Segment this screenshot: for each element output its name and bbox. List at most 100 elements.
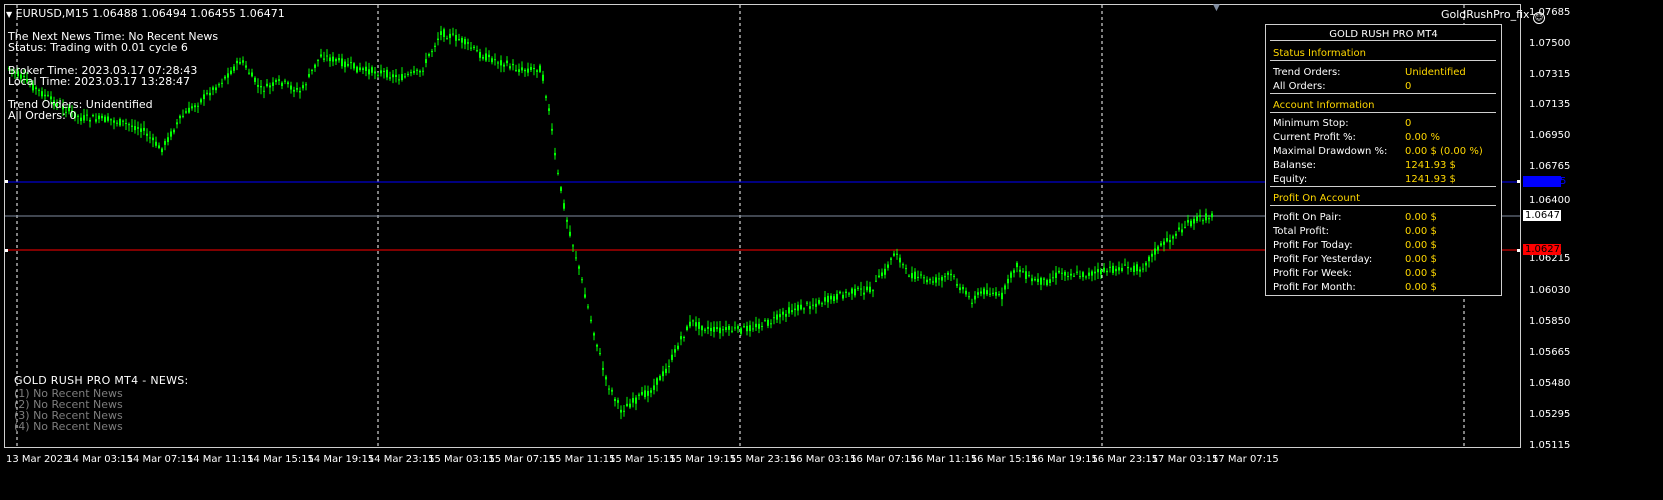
candle-body — [1205, 213, 1207, 221]
candle-body — [671, 354, 673, 360]
news-title: GOLD RUSH PRO MT4 - NEWS: — [14, 374, 189, 387]
candle-body — [1163, 241, 1165, 245]
candle-body — [98, 115, 100, 120]
candle-body — [674, 349, 676, 353]
candle-body — [866, 286, 868, 291]
candle-body — [899, 257, 901, 263]
candle-body — [437, 38, 439, 41]
candle-body — [494, 59, 496, 61]
candle-body — [1034, 279, 1036, 281]
candle-body — [875, 280, 877, 282]
candle-body — [110, 119, 112, 121]
candle-body — [539, 65, 541, 72]
candle-body — [701, 326, 703, 331]
time-label: 17 Mar 03:15 — [1151, 454, 1219, 465]
candle-body — [254, 77, 256, 82]
profit-yesterday-value: 0.00 $ — [1405, 254, 1437, 265]
gold-rush-info-panel[interactable]: GOLD RUSH PRO MT4 Status Information Tre… — [1265, 24, 1502, 296]
candle-body — [677, 345, 679, 350]
candle-body — [584, 294, 586, 298]
price-tick: 1.05850 — [1529, 316, 1571, 327]
candle-body — [707, 326, 709, 329]
candle-body — [140, 128, 142, 132]
local-time-text: Local Time: 2023.03.17 13:28:47 — [8, 75, 191, 88]
candle-body — [1103, 267, 1105, 272]
menu-triangle-icon[interactable]: ▼ — [6, 10, 12, 19]
time-label: 14 Mar 15:15 — [247, 454, 314, 465]
time-label: 15 Mar 19:15 — [669, 454, 737, 465]
candle-body — [812, 304, 814, 306]
candle-body — [1079, 276, 1081, 278]
candle-body — [1058, 270, 1060, 273]
candle-body — [1028, 275, 1030, 277]
candle-body — [794, 308, 796, 311]
time-label: 15 Mar 07:15 — [488, 454, 556, 465]
candle-body — [1115, 268, 1117, 272]
candle-body — [1055, 272, 1057, 278]
candle-body — [1178, 227, 1180, 230]
price-tick: 1.06400 — [1529, 195, 1571, 206]
candle-body — [1073, 275, 1075, 277]
candle-body — [146, 133, 148, 136]
candle-body — [398, 79, 400, 81]
candle-body — [176, 122, 178, 125]
candle-body — [776, 314, 778, 320]
candle-body — [647, 390, 649, 396]
candle-body — [563, 203, 565, 209]
candle-body — [41, 91, 43, 97]
candle-body — [962, 286, 964, 290]
candle-body — [557, 172, 559, 174]
candle-body — [215, 87, 217, 91]
candle-body — [1004, 285, 1006, 290]
candle-body — [947, 272, 949, 275]
candle-body — [86, 114, 88, 116]
candle-body — [1130, 268, 1132, 270]
candle-body — [728, 326, 730, 330]
candle-body — [1109, 266, 1111, 268]
candle-body — [569, 231, 571, 236]
panel-divider — [1270, 186, 1496, 187]
candle-body — [881, 272, 883, 276]
candle-body — [1010, 272, 1012, 278]
candle-body — [554, 152, 556, 156]
candle-body — [218, 84, 220, 86]
candle-body — [389, 77, 391, 79]
candle-body — [836, 293, 838, 300]
candle-body — [689, 321, 691, 327]
candle-body — [443, 29, 445, 38]
candle-body — [137, 127, 139, 129]
panel-divider — [1270, 205, 1496, 206]
candle-body — [149, 137, 151, 139]
candle-body — [155, 141, 157, 146]
candle-body — [1139, 269, 1141, 272]
candle-body — [935, 277, 937, 283]
candle-body — [524, 69, 526, 72]
balance-label: Balanse: — [1273, 160, 1316, 171]
candle-body — [725, 327, 727, 331]
candle-body — [893, 253, 895, 256]
candle-body — [464, 39, 466, 45]
candle-body — [1190, 220, 1192, 227]
candle-body — [1133, 265, 1135, 272]
candle-body — [737, 326, 739, 329]
candle-body — [317, 60, 319, 62]
panel-divider — [1270, 112, 1496, 113]
candle-body — [440, 31, 442, 35]
candle-body — [1067, 276, 1069, 278]
candle-body — [872, 290, 874, 292]
candle-body — [602, 367, 604, 370]
symbol-header: ▼ EURUSD,M15 1.06488 1.06494 1.06455 1.0… — [6, 7, 285, 21]
candle-body — [695, 322, 697, 327]
candle-body — [332, 56, 334, 62]
candle-body — [173, 129, 175, 133]
candle-body — [167, 137, 169, 143]
candle-body — [1064, 271, 1066, 276]
candle-body — [1148, 256, 1150, 262]
candle-body — [908, 275, 910, 277]
candle-body — [638, 394, 640, 396]
candle-body — [878, 275, 880, 278]
candle-body — [1019, 269, 1021, 272]
candle-body — [791, 310, 793, 313]
chart-shift-icon[interactable]: ▼ — [1213, 2, 1220, 15]
equity-label: Equity: — [1273, 174, 1308, 185]
